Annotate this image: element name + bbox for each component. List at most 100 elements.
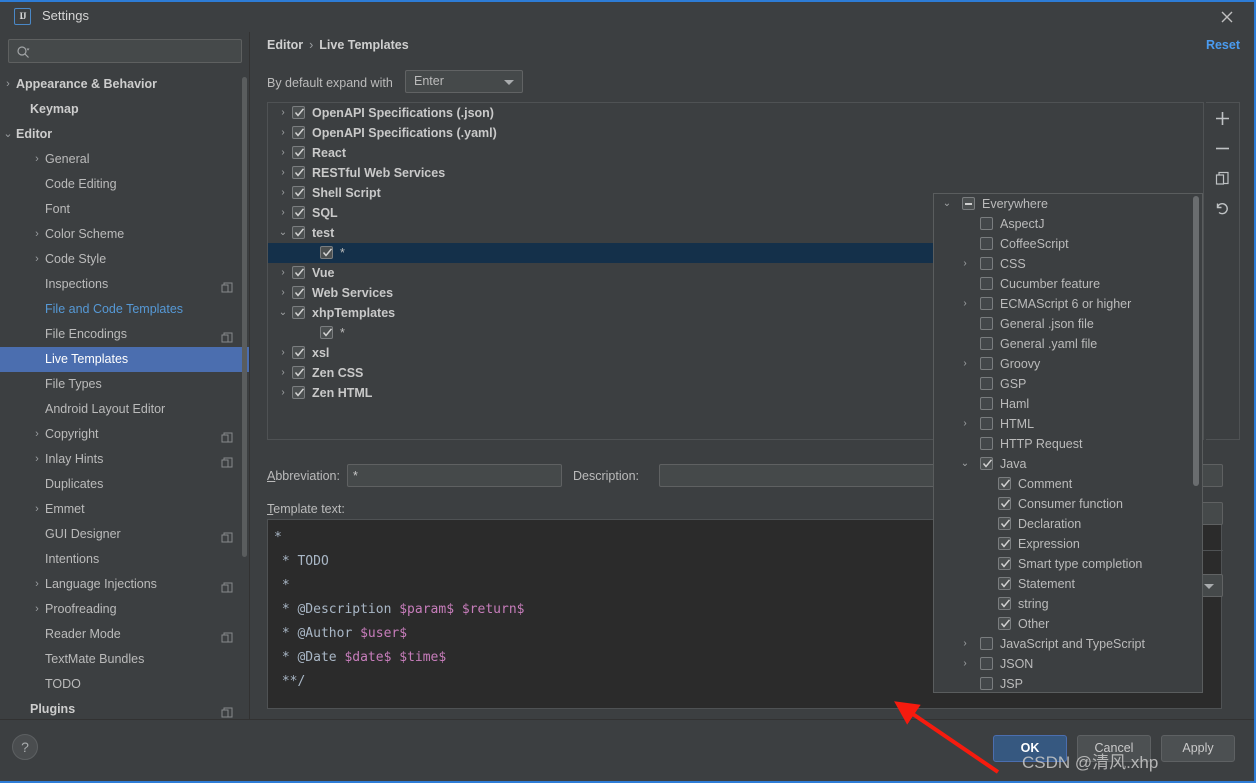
context-checkbox[interactable] bbox=[980, 677, 993, 690]
copy-settings-icon[interactable] bbox=[221, 578, 233, 590]
context-row[interactable]: JSP bbox=[934, 674, 1202, 693]
template-group-row[interactable]: ›OpenAPI Specifications (.json) bbox=[268, 103, 1203, 123]
chevron-right-icon[interactable]: › bbox=[958, 294, 972, 314]
sidebar-item-file-types[interactable]: File Types bbox=[0, 372, 249, 397]
template-checkbox[interactable] bbox=[320, 326, 333, 339]
sidebar-item-language-injections[interactable]: ›Language Injections bbox=[0, 572, 249, 597]
context-checkbox[interactable] bbox=[980, 437, 993, 450]
context-row[interactable]: string bbox=[934, 594, 1202, 614]
chevron-right-icon[interactable]: › bbox=[276, 103, 290, 123]
context-row[interactable]: Declaration bbox=[934, 514, 1202, 534]
template-checkbox[interactable] bbox=[320, 246, 333, 259]
context-checkbox[interactable] bbox=[962, 197, 975, 210]
context-row[interactable]: ›JSON bbox=[934, 654, 1202, 674]
context-checkbox[interactable] bbox=[980, 357, 993, 370]
template-group-row[interactable]: ›RESTful Web Services bbox=[268, 163, 1203, 183]
template-checkbox[interactable] bbox=[292, 166, 305, 179]
close-icon[interactable] bbox=[1218, 8, 1236, 26]
sidebar-item-appearance-behavior[interactable]: ›Appearance & Behavior bbox=[0, 72, 249, 97]
chevron-down-icon[interactable]: ⌄ bbox=[276, 303, 290, 323]
chevron-right-icon[interactable]: › bbox=[31, 447, 43, 472]
chevron-right-icon[interactable]: › bbox=[276, 203, 290, 223]
chevron-right-icon[interactable]: › bbox=[958, 354, 972, 374]
sidebar-item-general[interactable]: ›General bbox=[0, 147, 249, 172]
help-button[interactable]: ? bbox=[12, 734, 38, 760]
context-row[interactable]: AspectJ bbox=[934, 214, 1202, 234]
template-checkbox[interactable] bbox=[292, 226, 305, 239]
chevron-right-icon[interactable]: › bbox=[276, 283, 290, 303]
context-row[interactable]: Smart type completion bbox=[934, 554, 1202, 574]
template-checkbox[interactable] bbox=[292, 286, 305, 299]
sidebar-scrollbar[interactable] bbox=[242, 77, 247, 557]
context-row[interactable]: ›Groovy bbox=[934, 354, 1202, 374]
sidebar-item-inlay-hints[interactable]: ›Inlay Hints bbox=[0, 447, 249, 472]
chevron-right-icon[interactable]: › bbox=[276, 263, 290, 283]
context-checkbox[interactable] bbox=[980, 337, 993, 350]
sidebar-item-gui-designer[interactable]: GUI Designer bbox=[0, 522, 249, 547]
template-group-row[interactable]: ›React bbox=[268, 143, 1203, 163]
context-checkbox[interactable] bbox=[980, 257, 993, 270]
context-checkbox[interactable] bbox=[998, 537, 1011, 550]
context-checkbox[interactable] bbox=[998, 557, 1011, 570]
template-checkbox[interactable] bbox=[292, 106, 305, 119]
restore-defaults-button[interactable] bbox=[1206, 193, 1239, 223]
context-checkbox[interactable] bbox=[998, 477, 1011, 490]
sidebar-item-emmet[interactable]: ›Emmet bbox=[0, 497, 249, 522]
search-input[interactable] bbox=[35, 42, 239, 62]
template-checkbox[interactable] bbox=[292, 386, 305, 399]
chevron-right-icon[interactable]: › bbox=[958, 654, 972, 674]
contexts-popup-scrollbar[interactable] bbox=[1193, 196, 1199, 486]
copy-settings-icon[interactable] bbox=[221, 428, 233, 440]
context-row[interactable]: General .yaml file bbox=[934, 334, 1202, 354]
chevron-right-icon[interactable]: › bbox=[276, 123, 290, 143]
sidebar-item-textmate-bundles[interactable]: TextMate Bundles bbox=[0, 647, 249, 672]
template-checkbox[interactable] bbox=[292, 146, 305, 159]
template-checkbox[interactable] bbox=[292, 186, 305, 199]
copy-settings-icon[interactable] bbox=[221, 278, 233, 290]
context-row[interactable]: ›HTML bbox=[934, 414, 1202, 434]
context-checkbox[interactable] bbox=[980, 637, 993, 650]
context-checkbox[interactable] bbox=[980, 657, 993, 670]
context-row[interactable]: Consumer function bbox=[934, 494, 1202, 514]
chevron-right-icon[interactable]: › bbox=[31, 147, 43, 172]
copy-settings-icon[interactable] bbox=[221, 453, 233, 465]
template-group-row[interactable]: ›OpenAPI Specifications (.yaml) bbox=[268, 123, 1203, 143]
context-row[interactable]: ⌄Everywhere bbox=[934, 194, 1202, 214]
context-row[interactable]: GSP bbox=[934, 374, 1202, 394]
search-box[interactable] bbox=[8, 39, 242, 63]
apply-button[interactable]: Apply bbox=[1161, 735, 1235, 762]
sidebar-item-file-and-code-templates[interactable]: File and Code Templates bbox=[0, 297, 249, 322]
sidebar-item-todo[interactable]: TODO bbox=[0, 672, 249, 697]
chevron-right-icon[interactable]: › bbox=[31, 572, 43, 597]
context-row[interactable]: ⌄Java bbox=[934, 454, 1202, 474]
abbreviation-input[interactable] bbox=[348, 465, 561, 486]
template-checkbox[interactable] bbox=[292, 266, 305, 279]
context-row[interactable]: Other bbox=[934, 614, 1202, 634]
chevron-right-icon[interactable]: › bbox=[2, 72, 14, 97]
reset-link[interactable]: Reset bbox=[1206, 38, 1240, 52]
context-checkbox[interactable] bbox=[980, 277, 993, 290]
chevron-right-icon[interactable]: › bbox=[276, 363, 290, 383]
sidebar-item-code-style[interactable]: ›Code Style bbox=[0, 247, 249, 272]
template-checkbox[interactable] bbox=[292, 206, 305, 219]
duplicate-template-button[interactable] bbox=[1206, 163, 1239, 193]
context-row[interactable]: ›JavaScript and TypeScript bbox=[934, 634, 1202, 654]
context-checkbox[interactable] bbox=[980, 237, 993, 250]
remove-template-button[interactable] bbox=[1206, 133, 1239, 163]
sidebar-item-proofreading[interactable]: ›Proofreading bbox=[0, 597, 249, 622]
expand-with-select[interactable]: Enter bbox=[405, 70, 523, 93]
template-checkbox[interactable] bbox=[292, 366, 305, 379]
chevron-right-icon[interactable]: › bbox=[958, 634, 972, 654]
chevron-right-icon[interactable]: › bbox=[276, 163, 290, 183]
sidebar-item-copyright[interactable]: ›Copyright bbox=[0, 422, 249, 447]
context-checkbox[interactable] bbox=[998, 577, 1011, 590]
abbreviation-field[interactable] bbox=[347, 464, 562, 487]
context-row[interactable]: ›ECMAScript 6 or higher bbox=[934, 294, 1202, 314]
context-row[interactable]: Haml bbox=[934, 394, 1202, 414]
breadcrumb-root[interactable]: Editor bbox=[267, 38, 303, 52]
template-checkbox[interactable] bbox=[292, 346, 305, 359]
chevron-right-icon[interactable]: › bbox=[31, 497, 43, 522]
chevron-right-icon[interactable]: › bbox=[31, 597, 43, 622]
chevron-right-icon[interactable]: › bbox=[276, 183, 290, 203]
sidebar-item-code-editing[interactable]: Code Editing bbox=[0, 172, 249, 197]
